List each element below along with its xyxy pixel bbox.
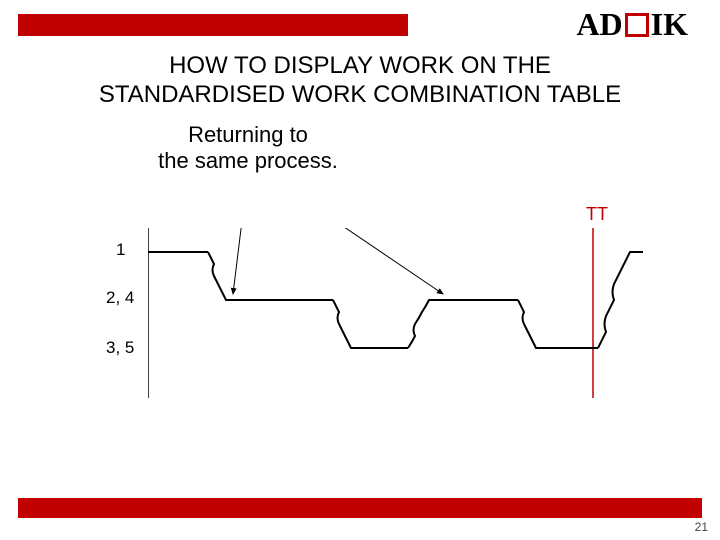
subtitle-line-2: the same process.	[158, 148, 338, 173]
logo-right: IK	[651, 6, 688, 42]
header-accent-bar	[18, 14, 408, 36]
takt-time-label: TT	[586, 204, 608, 225]
logo-square-icon	[625, 13, 649, 37]
logo-left: AD	[576, 6, 622, 42]
row-label-3: 3, 5	[106, 338, 134, 358]
row-label-2: 2, 4	[106, 288, 134, 308]
footer-accent-bar	[18, 498, 702, 518]
subtitle-line-1: Returning to	[188, 122, 308, 147]
row-label-1: 1	[116, 240, 125, 260]
logo: AD IK	[576, 6, 688, 43]
page-title: HOW TO DISPLAY WORK ON THE STANDARDISED …	[0, 52, 720, 110]
combination-table-diagram	[148, 228, 678, 408]
title-line-1: HOW TO DISPLAY WORK ON THE	[169, 52, 551, 79]
title-line-2: STANDARDISED WORK COMBINATION TABLE	[99, 81, 621, 108]
annotation-text: Returning to the same process.	[138, 122, 358, 175]
page-number: 21	[695, 520, 708, 534]
